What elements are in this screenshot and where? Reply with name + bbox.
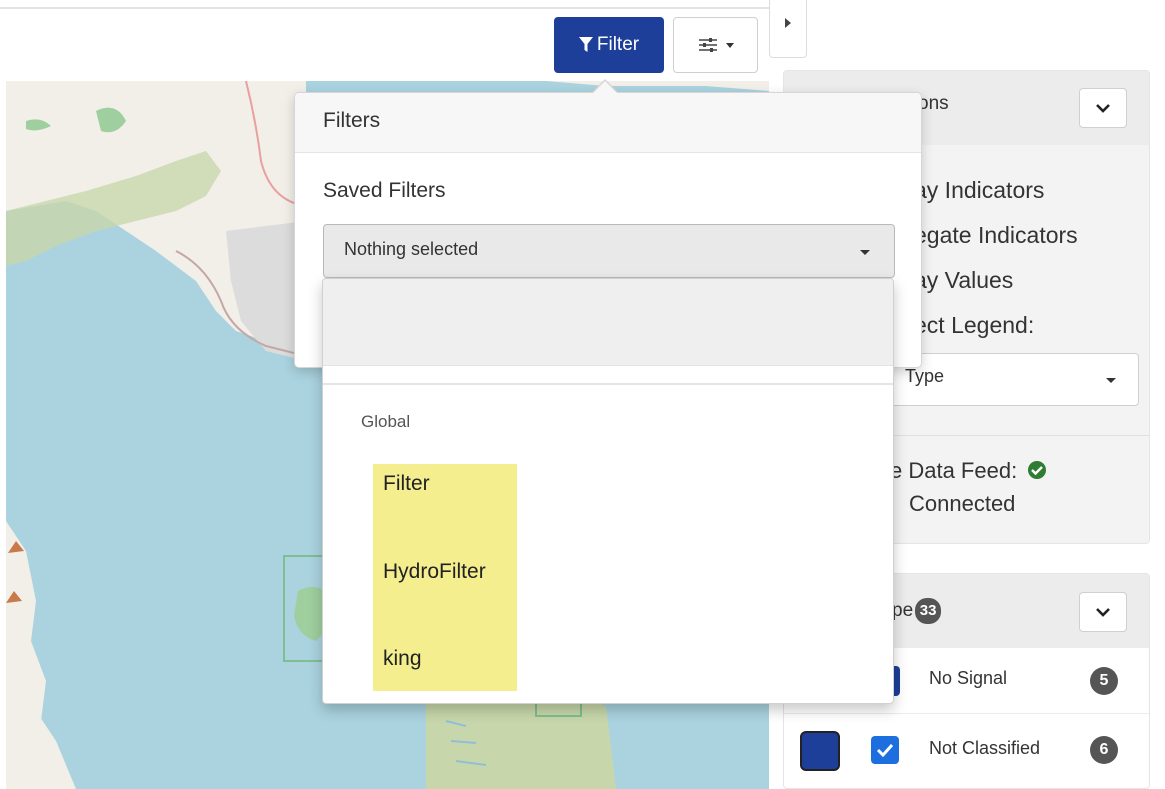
display-indicators-option[interactable]: ay Indicators (914, 177, 1044, 204)
filters-popover-title: Filters (295, 93, 921, 153)
saved-filters-select[interactable]: Nothing selected (323, 224, 895, 278)
type-row-count: 6 (1090, 736, 1118, 764)
type-panel-title: pe (892, 600, 914, 621)
select-legend-label: ect Legend: (914, 312, 1035, 338)
dropdown-option[interactable]: king (383, 647, 422, 671)
color-swatch[interactable] (800, 731, 840, 771)
type-count-badge: 33 (915, 598, 942, 624)
type-row-label: No Signal (929, 668, 1008, 688)
live-feed-status: Connected (909, 491, 1016, 516)
caret-down-icon (860, 250, 870, 255)
type-row-count: 5 (1090, 667, 1118, 695)
legend-select-value: Type (905, 366, 945, 386)
options-panel-title: ons (918, 93, 949, 114)
type-collapse-button[interactable] (1079, 592, 1127, 632)
dropdown-options: Filter HydroFilter king (373, 464, 517, 691)
legend-select[interactable]: Type (884, 353, 1139, 406)
popover-arrow-fill (593, 81, 617, 93)
map-toolbar: Filter (0, 9, 769, 81)
sliders-icon (698, 38, 717, 52)
chevron-down-icon (1096, 104, 1110, 113)
type-row-label: Not Classified (929, 738, 1041, 758)
check-circle-icon (1028, 461, 1047, 479)
sidebar-toggle-button[interactable] (769, 0, 807, 58)
filter-button-label: Filter (596, 34, 640, 55)
saved-filters-select-value: Nothing selected (344, 239, 479, 259)
caret-down-icon (725, 42, 734, 48)
chevron-down-icon (1096, 608, 1110, 617)
saved-filters-dropdown: Global Filter HydroFilter king (322, 278, 894, 704)
live-feed-label: e Data Feed: (890, 458, 1018, 483)
caret-down-icon (1106, 378, 1116, 383)
checkbox[interactable] (871, 736, 899, 764)
type-row[interactable]: Not Classified 6 (784, 714, 1149, 788)
funnel-icon (578, 37, 593, 52)
options-collapse-button[interactable] (1079, 88, 1127, 128)
dropdown-search-input[interactable] (323, 279, 893, 366)
app-root: Filter ons ay Indicators egate Indicator… (0, 0, 1165, 789)
dropdown-group-label: Global (361, 412, 411, 431)
top-border (0, 0, 769, 9)
layer-options-button[interactable] (673, 17, 758, 73)
caret-right-icon (785, 18, 791, 28)
saved-filters-label: Saved Filters (323, 179, 446, 202)
filter-button[interactable]: Filter (554, 17, 664, 73)
display-values-option[interactable]: ay Values (914, 267, 1013, 294)
aggregate-indicators-option[interactable]: egate Indicators (914, 222, 1078, 249)
check-icon (876, 743, 894, 757)
dropdown-divider (323, 383, 893, 385)
dropdown-option[interactable]: Filter (383, 472, 430, 496)
dropdown-option[interactable]: HydroFilter (383, 560, 486, 584)
